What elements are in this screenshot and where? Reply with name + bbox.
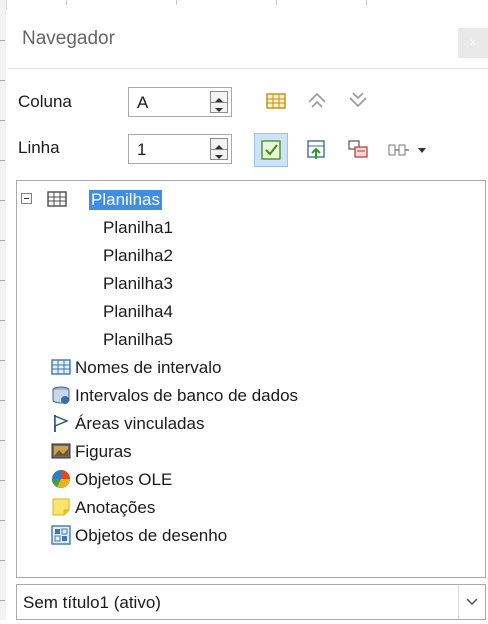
spin-down-button[interactable] bbox=[211, 149, 227, 159]
range-names-icon bbox=[51, 357, 71, 377]
database-icon bbox=[51, 385, 71, 405]
category-label: Intervalos de banco de dados bbox=[75, 386, 299, 405]
row-label: Linha bbox=[18, 138, 60, 157]
spin-down-button[interactable] bbox=[211, 102, 227, 112]
end-icon bbox=[349, 92, 367, 108]
sheet-label: Planilha1 bbox=[103, 218, 173, 237]
sheet-label: Planilha5 bbox=[103, 330, 173, 349]
tree-node-range-names[interactable]: Nomes de intervalo bbox=[17, 355, 483, 381]
tree-item[interactable]: Planilha4 bbox=[17, 299, 483, 325]
dropdown-arrow-icon bbox=[418, 148, 426, 153]
scenarios-icon bbox=[307, 140, 325, 159]
row-spinbox[interactable]: 1 bbox=[128, 134, 232, 164]
column-value: A bbox=[137, 93, 149, 112]
tree-node-ole-objects[interactable]: Objetos OLE bbox=[17, 467, 483, 493]
category-label: Figuras bbox=[75, 442, 132, 461]
drawing-objects-icon bbox=[51, 525, 71, 545]
data-range-button[interactable] bbox=[262, 87, 290, 115]
tree-item[interactable]: Planilha5 bbox=[17, 327, 483, 353]
flag-icon bbox=[51, 413, 71, 433]
ole-chart-icon bbox=[51, 469, 71, 489]
collapse-toggle[interactable] bbox=[21, 193, 32, 204]
document-icon bbox=[388, 144, 426, 156]
tree-node-linked-areas[interactable]: Áreas vinculadas bbox=[17, 411, 483, 437]
row-stepper[interactable] bbox=[210, 138, 228, 160]
document-select-value: Sem título1 (ativo) bbox=[23, 593, 161, 612]
chevron-down-icon[interactable] bbox=[458, 585, 485, 619]
category-label: Objetos OLE bbox=[75, 470, 173, 489]
note-icon bbox=[51, 497, 71, 517]
sheet-label: Planilha4 bbox=[103, 302, 173, 321]
sheet-label: Planilha3 bbox=[103, 274, 173, 293]
category-label: Áreas vinculadas bbox=[75, 414, 205, 433]
image-icon bbox=[51, 441, 71, 461]
column-label: Coluna bbox=[18, 92, 72, 111]
tree-node-comments[interactable]: Anotações bbox=[17, 495, 483, 521]
tree-node-database-ranges[interactable]: Intervalos de banco de dados bbox=[17, 383, 483, 409]
start-button[interactable] bbox=[303, 87, 331, 115]
panel-title: Navegador bbox=[22, 28, 115, 49]
close-button[interactable]: x bbox=[458, 28, 488, 58]
sheet-label: Planilha2 bbox=[103, 246, 173, 265]
scenarios-button[interactable] bbox=[303, 136, 331, 164]
tree-root-label: Planilhas bbox=[89, 190, 162, 210]
category-label: Nomes de intervalo bbox=[75, 358, 222, 377]
column-stepper[interactable] bbox=[210, 91, 228, 113]
tree-item[interactable]: Planilha3 bbox=[17, 271, 483, 297]
tree-node-drawing-objects[interactable]: Objetos de desenho bbox=[17, 523, 483, 549]
content-tree[interactable]: Planilhas Planilha1 Planilha2 Planilha3 … bbox=[16, 180, 486, 578]
title-separator bbox=[8, 68, 488, 69]
tree-item[interactable]: Planilha2 bbox=[17, 243, 483, 269]
toggle-icon bbox=[261, 140, 281, 160]
row-value: 1 bbox=[137, 140, 147, 159]
table-icon bbox=[47, 189, 67, 209]
drag-mode-button[interactable] bbox=[344, 136, 372, 164]
tree-item[interactable]: Planilha1 bbox=[17, 215, 483, 241]
document-button[interactable] bbox=[384, 136, 432, 164]
document-select[interactable]: Sem título1 (ativo) bbox=[16, 584, 486, 620]
category-label: Anotações bbox=[75, 498, 156, 517]
tree-node-sheets[interactable]: Planilhas bbox=[17, 187, 483, 213]
end-button[interactable] bbox=[344, 87, 372, 115]
data-range-icon bbox=[266, 93, 286, 109]
toggle-button[interactable] bbox=[254, 133, 288, 167]
drag-mode-icon bbox=[348, 140, 368, 158]
category-label: Objetos de desenho bbox=[75, 526, 228, 545]
top-ruler bbox=[6, 0, 488, 10]
tree-node-images[interactable]: Figuras bbox=[17, 439, 483, 465]
arrow-down-icon bbox=[215, 108, 223, 112]
arrow-down-icon bbox=[215, 155, 223, 159]
column-spinbox[interactable]: A bbox=[128, 87, 232, 117]
start-icon bbox=[308, 92, 326, 108]
